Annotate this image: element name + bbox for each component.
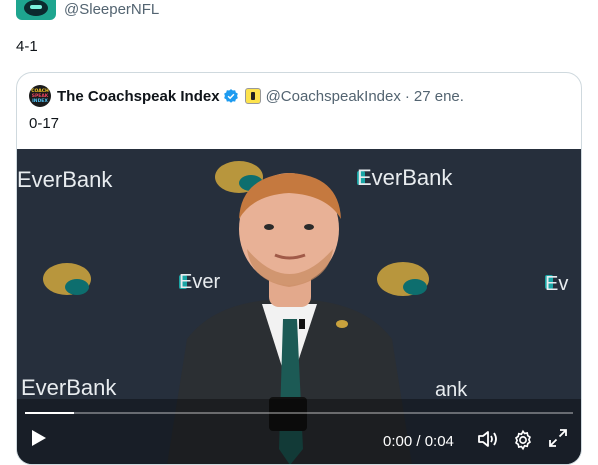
quoted-tweet-card[interactable]: COACH SPEAK INDEX The Coachspeak Index @… — [16, 72, 582, 465]
video-progress-fill — [25, 412, 75, 414]
sleeper-handle[interactable]: @SleeperNFL — [64, 0, 159, 18]
quoted-tweet-date[interactable]: 27 ene. — [414, 88, 464, 105]
everbank-text: EverBank — [21, 375, 117, 400]
affiliate-badge-icon — [244, 88, 261, 104]
quoted-author-name[interactable]: The Coachspeak Index — [57, 88, 220, 105]
sleeper-avatar[interactable] — [16, 0, 56, 20]
tweet-text: 4-1 — [16, 38, 38, 55]
coachspeak-avatar[interactable]: COACH SPEAK INDEX — [29, 85, 51, 107]
top-author-row: @SleeperNFL — [16, 0, 159, 20]
quoted-tweet-header: COACH SPEAK INDEX The Coachspeak Index @… — [29, 85, 464, 107]
quoted-author-handle[interactable]: @CoachspeakIndex — [266, 88, 401, 105]
verified-icon — [223, 89, 238, 103]
everbank-text: Ever — [179, 271, 221, 293]
settings-icon[interactable] — [512, 429, 534, 451]
fullscreen-icon[interactable] — [549, 429, 567, 447]
everbank-text: ank — [435, 379, 468, 401]
video-player[interactable]: EverBank EverBank Ever EverBank Ev ank 0… — [17, 149, 581, 464]
video-progress-bar[interactable] — [25, 412, 573, 414]
everbank-text: EverBank — [357, 165, 453, 190]
everbank-text: Ev — [545, 273, 569, 295]
video-frame — [17, 149, 581, 464]
video-time: 0:00 / 0:04 — [383, 433, 454, 450]
everbank-text: EverBank — [17, 167, 113, 192]
separator-dot: · — [404, 87, 410, 105]
volume-icon[interactable] — [477, 429, 499, 449]
play-icon[interactable] — [31, 429, 47, 447]
quoted-tweet-text: 0-17 — [29, 115, 60, 132]
